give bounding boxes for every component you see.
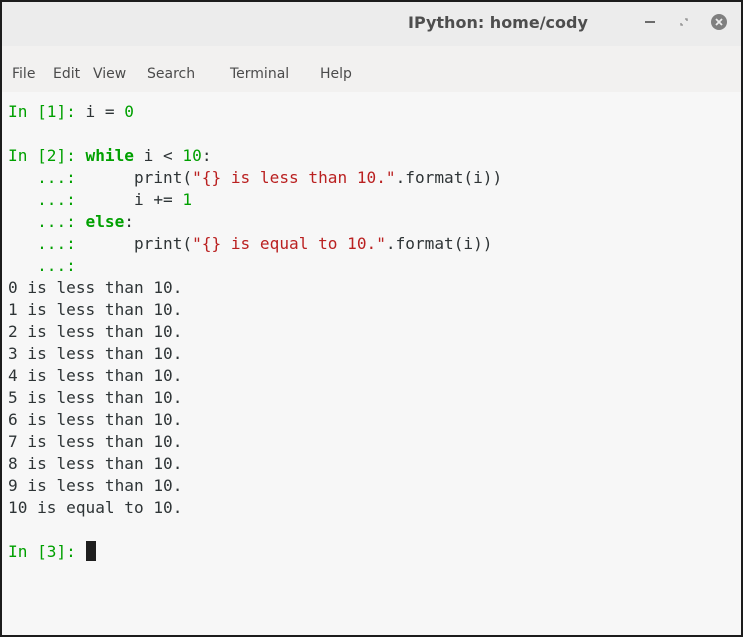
menu-terminal[interactable]: Terminal [230,66,289,82]
output-line: 8 is less than 10. [8,454,183,473]
minimize-icon [645,21,655,23]
continuation-line-3: ...: else: [8,212,134,231]
output-line: 1 is less than 10. [8,300,183,319]
text-cursor [85,541,96,561]
output-line: 5 is less than 10. [8,388,183,407]
terminal-window: IPython: home/cody File Edit View Search… [0,0,743,637]
output-line: 2 is less than 10. [8,322,183,341]
terminal-area[interactable]: In [1]: i = 0 In [2]: while i < 10: ...:… [2,92,741,635]
output-line: 4 is less than 10. [8,366,183,385]
continuation-line-5: ...: [8,256,86,275]
minimize-button[interactable] [639,11,661,33]
output-line: 0 is less than 10. [8,278,183,297]
output-line: 7 is less than 10. [8,432,183,451]
output-line: 9 is less than 10. [8,476,183,495]
window-title: IPython: home/cody [408,13,588,32]
close-icon [711,14,727,30]
menu-view[interactable]: View [93,66,126,82]
title-bar[interactable]: IPython: home/cody [2,2,741,46]
output-line: 6 is less than 10. [8,410,183,429]
output-line: 10 is equal to 10. [8,498,183,517]
menu-search[interactable]: Search [147,66,195,82]
menu-edit[interactable]: Edit [53,66,80,82]
input-line-1: In [1]: i = 0 [8,102,134,121]
maximize-button[interactable] [673,11,695,33]
maximize-icon [680,18,688,26]
menu-file[interactable]: File [12,66,35,82]
input-line-2: In [2]: while i < 10: [8,146,212,165]
output-line: 3 is less than 10. [8,344,183,363]
input-line-3[interactable]: In [3]: [8,541,96,563]
close-button[interactable] [708,11,730,33]
continuation-line-2: ...: i += 1 [8,190,193,209]
continuation-line-1: ...: print("{} is less than 10.".format(… [8,168,503,187]
menu-help[interactable]: Help [320,66,352,82]
menu-bar: File Edit View Search Terminal Help [2,60,741,86]
continuation-line-4: ...: print("{} is equal to 10.".format(i… [8,234,493,253]
